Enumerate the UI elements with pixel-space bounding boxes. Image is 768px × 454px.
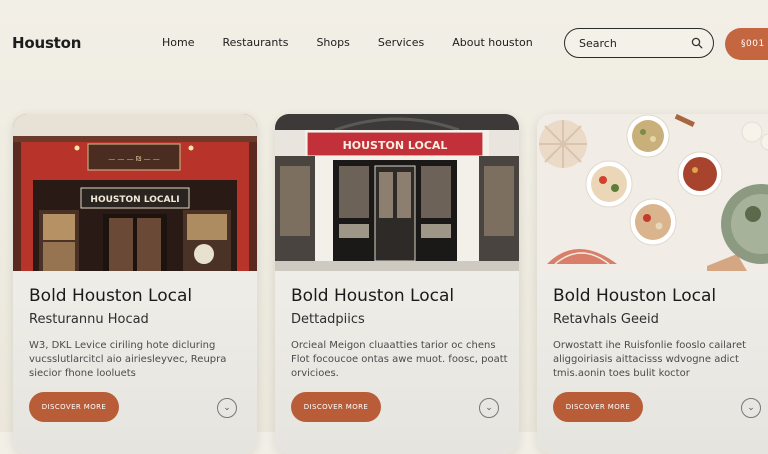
- search-input[interactable]: [577, 35, 691, 51]
- card-subtitle: Dettadpiics: [291, 312, 365, 327]
- search-icon[interactable]: [691, 37, 703, 49]
- main-nav: Home Restaurants Shops Services About ho…: [162, 36, 533, 49]
- card-shop[interactable]: HOUSTON LOCAL Bold Houston Local Dettadp…: [275, 114, 519, 454]
- card-title: Bold Houston Local: [553, 286, 717, 306]
- discover-more-button[interactable]: DISCOVER MORE: [29, 392, 119, 422]
- svg-text:— — — ₪ — —: — — — ₪ — —: [108, 155, 160, 163]
- card-subtitle: Resturannu Hocad: [29, 312, 149, 327]
- site-header: Houston Home Restaurants Shops Services …: [0, 0, 768, 88]
- card-image-storefront-red: — — — ₪ — — HOUSTON LOCALI: [13, 114, 257, 271]
- nav-shops[interactable]: Shops: [316, 36, 349, 49]
- site-logo[interactable]: Houston: [12, 34, 81, 52]
- nav-home[interactable]: Home: [162, 36, 194, 49]
- discover-more-button[interactable]: DISCOVER MORE: [291, 392, 381, 422]
- card-description: Orcieal Meigon cluaatties tarior oc chen…: [291, 340, 508, 379]
- chevron-down-icon[interactable]: ⌄: [741, 398, 761, 418]
- storefront-sign: HOUSTON LOCALI: [90, 195, 179, 205]
- card-services[interactable]: Bold Houston Local Retavhals Geeid Orwos…: [537, 114, 768, 454]
- search-box: [564, 28, 714, 58]
- chevron-down-icon[interactable]: ⌄: [479, 398, 499, 418]
- nav-restaurants[interactable]: Restaurants: [222, 36, 288, 49]
- card-image-storefront-white: HOUSTON LOCAL: [275, 114, 519, 271]
- chevron-down-icon[interactable]: ⌄: [217, 398, 237, 418]
- card-description: Orwostatt ihe Ruisfonlie fooslo cailaret…: [553, 340, 747, 379]
- discover-more-button[interactable]: DISCOVER MORE: [553, 392, 643, 422]
- card-subtitle: Retavhals Geeid: [553, 312, 659, 327]
- storefront-sign: HOUSTON LOCAL: [343, 139, 448, 152]
- card-restaurant[interactable]: — — — ₪ — — HOUSTON LOCALI Bold Houston …: [13, 114, 257, 454]
- card-description: W3, DKL Levice ciriling hote dicluring v…: [29, 340, 227, 379]
- nav-about[interactable]: About houston: [452, 36, 532, 49]
- header-cta-button[interactable]: §001: [725, 28, 768, 60]
- card-title: Bold Houston Local: [291, 286, 455, 306]
- nav-services[interactable]: Services: [378, 36, 424, 49]
- card-image-food-spread: [537, 114, 768, 271]
- card-title: Bold Houston Local: [29, 286, 193, 306]
